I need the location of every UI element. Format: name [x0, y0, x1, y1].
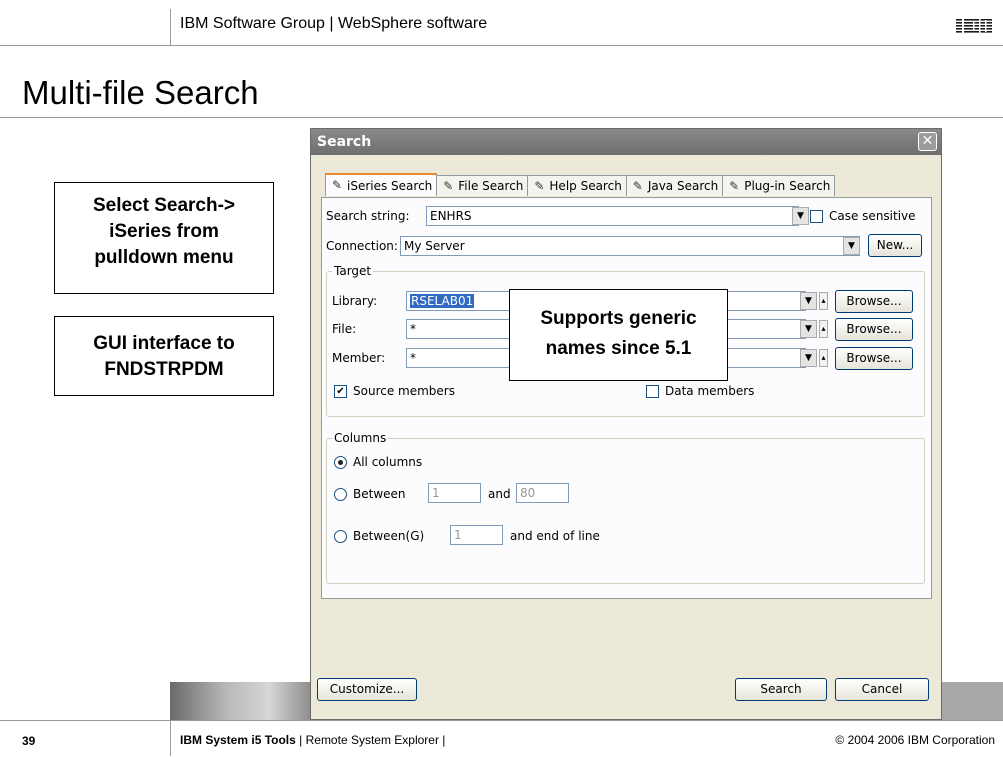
- tab-help-search[interactable]: ✎ Help Search: [527, 175, 627, 196]
- between-g-label: Between(G): [353, 529, 425, 543]
- iseries-search-panel: Search string: ENHRS ▼ Case sensitive Co…: [321, 197, 932, 599]
- tab-iseries-search[interactable]: ✎ iSeries Search: [325, 173, 438, 196]
- between-to-input[interactable]: 80: [516, 483, 569, 503]
- between-g-radio[interactable]: [334, 530, 347, 543]
- chevron-down-icon[interactable]: ▼: [843, 237, 860, 255]
- ibm-logo: [956, 18, 992, 34]
- dialog-title: Search: [317, 134, 372, 150]
- chevron-down-icon[interactable]: ▼: [800, 349, 817, 367]
- connection-select[interactable]: My Server: [400, 236, 860, 256]
- between-label: Between: [353, 487, 406, 501]
- page-number: 39: [22, 734, 36, 748]
- search-string-input[interactable]: ENHRS: [426, 206, 799, 226]
- tab-label: iSeries Search: [347, 178, 433, 193]
- between-g-from-input[interactable]: 1: [450, 525, 503, 545]
- search-string-label: Search string:: [326, 209, 410, 223]
- member-browse-button[interactable]: Browse...: [835, 347, 913, 370]
- footer-product: IBM System i5 Tools: [180, 733, 296, 747]
- data-members-label: Data members: [665, 384, 755, 398]
- header-rule: [0, 45, 1003, 46]
- between-radio[interactable]: [334, 488, 347, 501]
- tab-file-search[interactable]: ✎ File Search: [436, 175, 529, 196]
- customize-button[interactable]: Customize...: [317, 678, 417, 701]
- footer-text: IBM System i5 Tools | Remote System Expl…: [180, 733, 445, 747]
- source-members-checkbox[interactable]: ✔: [334, 385, 347, 398]
- library-browse-button[interactable]: Browse...: [835, 290, 913, 313]
- cancel-button[interactable]: Cancel: [835, 678, 929, 701]
- java-search-icon: ✎: [632, 178, 643, 193]
- between-and-label: and: [488, 487, 511, 501]
- close-icon[interactable]: ✕: [918, 132, 937, 151]
- slide-title: Multi-file Search: [22, 74, 259, 111]
- stepper-icon[interactable]: ▴: [819, 349, 828, 367]
- file-search-icon: ✎: [443, 178, 454, 193]
- search-dialog: Search ✕ ✎ iSeries Search ✎ File Search …: [310, 128, 942, 720]
- new-connection-button[interactable]: New...: [868, 234, 922, 257]
- source-members-label: Source members: [353, 384, 455, 398]
- plugin-search-icon: ✎: [729, 178, 740, 193]
- tab-plugin-search[interactable]: ✎ Plug-in Search: [722, 175, 836, 196]
- help-search-icon: ✎: [534, 178, 545, 193]
- case-sensitive-label: Case sensitive: [829, 209, 916, 223]
- iseries-search-icon: ✎: [331, 178, 343, 192]
- footer-image-strip: [170, 682, 312, 720]
- case-sensitive-checkbox[interactable]: [810, 210, 823, 223]
- tab-label: Plug-in Search: [744, 179, 831, 193]
- search-tabs: ✎ iSeries Search ✎ File Search ✎ Help Se…: [325, 173, 836, 197]
- target-group-label: Target: [332, 264, 374, 278]
- copyright: © 2004 2006 IBM Corporation: [835, 733, 995, 747]
- library-label: Library:: [332, 294, 378, 308]
- note-gui-interface: GUI interface to FNDSTRPDM: [54, 316, 274, 396]
- footer-rule: [0, 720, 1003, 721]
- generic-names-callout: Supports generic names since 5.1: [509, 289, 728, 381]
- note-select-search: Select Search-> iSeries from pulldown me…: [54, 182, 274, 294]
- file-label: File:: [332, 322, 357, 336]
- chevron-down-icon[interactable]: ▼: [800, 320, 817, 338]
- title-rule: [0, 117, 1003, 118]
- between-from-input[interactable]: 1: [428, 483, 481, 503]
- all-columns-label: All columns: [353, 455, 423, 469]
- connection-label: Connection:: [326, 239, 398, 253]
- chevron-down-icon[interactable]: ▼: [800, 292, 817, 310]
- search-button[interactable]: Search: [735, 678, 827, 701]
- stepper-icon[interactable]: ▴: [819, 292, 828, 310]
- footer-section: | Remote System Explorer |: [295, 733, 446, 747]
- dialog-titlebar[interactable]: Search ✕: [311, 129, 941, 155]
- slide-header: IBM Software Group | WebSphere software: [180, 15, 488, 32]
- tab-label: Help Search: [549, 179, 622, 193]
- data-members-checkbox[interactable]: [646, 385, 659, 398]
- tab-label: File Search: [458, 179, 524, 193]
- library-value: RSELAB01: [410, 294, 475, 308]
- file-browse-button[interactable]: Browse...: [835, 318, 913, 341]
- stepper-icon[interactable]: ▴: [819, 320, 828, 338]
- tab-java-search[interactable]: ✎ Java Search: [625, 175, 724, 196]
- columns-group-label: Columns: [332, 431, 389, 445]
- tab-label: Java Search: [647, 179, 719, 193]
- header-divider: [170, 9, 171, 45]
- chevron-down-icon[interactable]: ▼: [792, 207, 809, 225]
- all-columns-radio[interactable]: [334, 456, 347, 469]
- end-of-line-label: and end of line: [510, 529, 600, 543]
- member-label: Member:: [332, 351, 386, 365]
- footer-image-strip-right: [942, 682, 1003, 720]
- footer-divider: [170, 720, 171, 756]
